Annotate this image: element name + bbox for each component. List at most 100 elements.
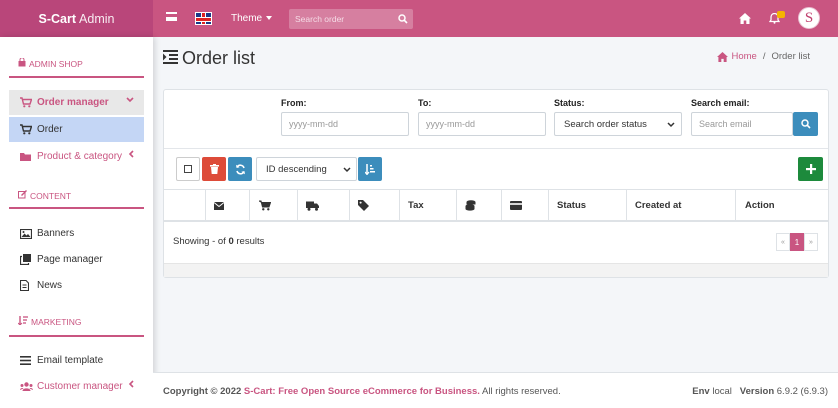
section-content: CONTENT xyxy=(18,190,71,201)
column-shipping[interactable] xyxy=(298,190,350,221)
apply-sort-button[interactable] xyxy=(358,157,382,181)
chevron-down-icon xyxy=(343,165,351,176)
column-label: Action xyxy=(745,200,775,211)
sort-select-value: ID descending xyxy=(266,163,327,175)
footer-copyright: Copyright © 2022 S-Cart: Free Open Sourc… xyxy=(163,386,561,397)
sidebar-item-email-template[interactable]: Email template xyxy=(9,348,144,373)
sidebar-item-banners[interactable]: Banners xyxy=(9,221,144,246)
column-email[interactable] xyxy=(206,190,250,221)
brand-logo[interactable]: S-Cart Admin xyxy=(0,0,153,37)
status-select-value: Search order status xyxy=(564,118,647,130)
truck-icon xyxy=(306,201,319,211)
pagination-page[interactable]: 1 xyxy=(790,233,804,251)
section-title: CONTENT xyxy=(30,190,72,201)
email-label: Search email: xyxy=(691,98,750,108)
order-search-input[interactable] xyxy=(289,14,389,24)
caret-down-icon xyxy=(266,16,273,21)
column-label: Status xyxy=(557,200,587,211)
search-icon xyxy=(800,119,811,129)
refresh-icon xyxy=(235,163,245,175)
add-order-button[interactable] xyxy=(798,157,823,181)
chevron-down-icon xyxy=(667,120,675,131)
section-title: ADMIN SHOP xyxy=(29,58,83,69)
status-label: Status: xyxy=(554,98,585,108)
card-footer xyxy=(164,263,828,277)
file-icon xyxy=(20,280,35,291)
home-icon[interactable] xyxy=(739,13,751,27)
image-icon xyxy=(20,228,35,239)
column-status[interactable]: Status xyxy=(549,190,627,221)
cart-icon xyxy=(20,124,35,135)
sort-amount-icon xyxy=(364,163,375,175)
section-divider xyxy=(9,207,144,209)
column-label: Tax xyxy=(408,200,424,211)
chevron-down-icon xyxy=(126,96,134,105)
sidebar-item-order-manager[interactable]: Order manager xyxy=(9,90,144,115)
list-icon xyxy=(20,356,35,365)
column-payment[interactable] xyxy=(502,190,549,221)
sidebar-item-customer-manager[interactable]: Customer manager xyxy=(9,374,144,399)
section-divider xyxy=(9,335,144,337)
section-divider xyxy=(9,76,144,78)
pagination-next[interactable]: » xyxy=(804,233,818,251)
section-title: MARKETING xyxy=(31,316,82,327)
search-icon[interactable] xyxy=(398,14,408,27)
email-search-input[interactable] xyxy=(691,112,793,136)
credit-card-icon xyxy=(510,201,522,210)
sort-select[interactable]: ID descending xyxy=(256,157,357,181)
to-date-input[interactable] xyxy=(418,112,546,136)
status-select[interactable]: Search order status xyxy=(554,112,682,136)
menu-toggle-icon[interactable] xyxy=(166,12,177,21)
sidebar-item-label: Page manager xyxy=(37,254,103,265)
edit-icon xyxy=(18,190,27,201)
page-title-text: Order list xyxy=(182,48,256,68)
sidebar-item-order[interactable]: Order xyxy=(9,117,144,142)
sidebar-item-news[interactable]: News xyxy=(9,273,144,298)
sidebar-item-label: Email template xyxy=(37,355,104,366)
sidebar-item-page-manager[interactable]: Page manager xyxy=(9,247,144,272)
breadcrumb-home[interactable]: Home xyxy=(717,51,757,62)
brand-name: S-Cart xyxy=(38,11,77,26)
home-icon xyxy=(717,51,729,62)
language-flag-icon[interactable] xyxy=(195,12,212,25)
copyright-text: Copyright © 2022 xyxy=(163,386,242,397)
sidebar-item-label: News xyxy=(37,280,63,291)
footer-brand-link[interactable]: S-Cart: Free Open Source eCommerce for B… xyxy=(244,386,480,397)
cart-icon xyxy=(259,200,271,211)
version-value: 6.9.2 (6.9.3) xyxy=(776,386,828,397)
column-created-at[interactable]: Created at xyxy=(627,190,736,221)
email-search-button[interactable] xyxy=(793,112,818,136)
theme-dropdown[interactable]: Theme xyxy=(231,13,273,24)
env-label: Env xyxy=(692,386,710,397)
coins-icon xyxy=(465,200,476,211)
env-value: local xyxy=(712,386,732,397)
results-total: 0 xyxy=(228,236,234,247)
to-label: To: xyxy=(418,98,432,108)
breadcrumb-separator: / xyxy=(762,51,766,62)
plus-icon xyxy=(805,164,816,174)
from-label: From: xyxy=(281,98,307,108)
delete-button[interactable] xyxy=(202,157,226,181)
avatar[interactable]: S xyxy=(798,7,820,29)
section-admin-shop: ADMIN SHOP xyxy=(18,57,83,69)
pagination-prev[interactable]: « xyxy=(776,233,790,251)
tags-icon xyxy=(358,200,370,211)
column-cart[interactable] xyxy=(250,190,298,221)
showing-prefix: Showing - of xyxy=(173,236,226,247)
cart-icon xyxy=(20,97,35,108)
showing-suffix: results xyxy=(236,236,265,247)
from-date-input[interactable] xyxy=(281,112,409,136)
sidebar-item-product-category[interactable]: Product & category xyxy=(9,144,144,169)
breadcrumb-home-label: Home xyxy=(731,51,757,62)
sidebar-item-label: Customer manager xyxy=(37,381,123,392)
copy-icon xyxy=(20,254,35,265)
refresh-button[interactable] xyxy=(228,157,252,181)
rights-text: All rights reserved. xyxy=(482,386,561,397)
sidebar: ADMIN SHOP Order manager Order Product &… xyxy=(0,37,153,408)
column-total[interactable] xyxy=(457,190,502,221)
page-title: Order list xyxy=(163,48,255,69)
column-discount[interactable] xyxy=(350,190,400,221)
chevron-left-icon xyxy=(128,380,134,390)
select-all-checkbox[interactable] xyxy=(176,157,200,181)
column-tax[interactable]: Tax xyxy=(400,190,457,221)
